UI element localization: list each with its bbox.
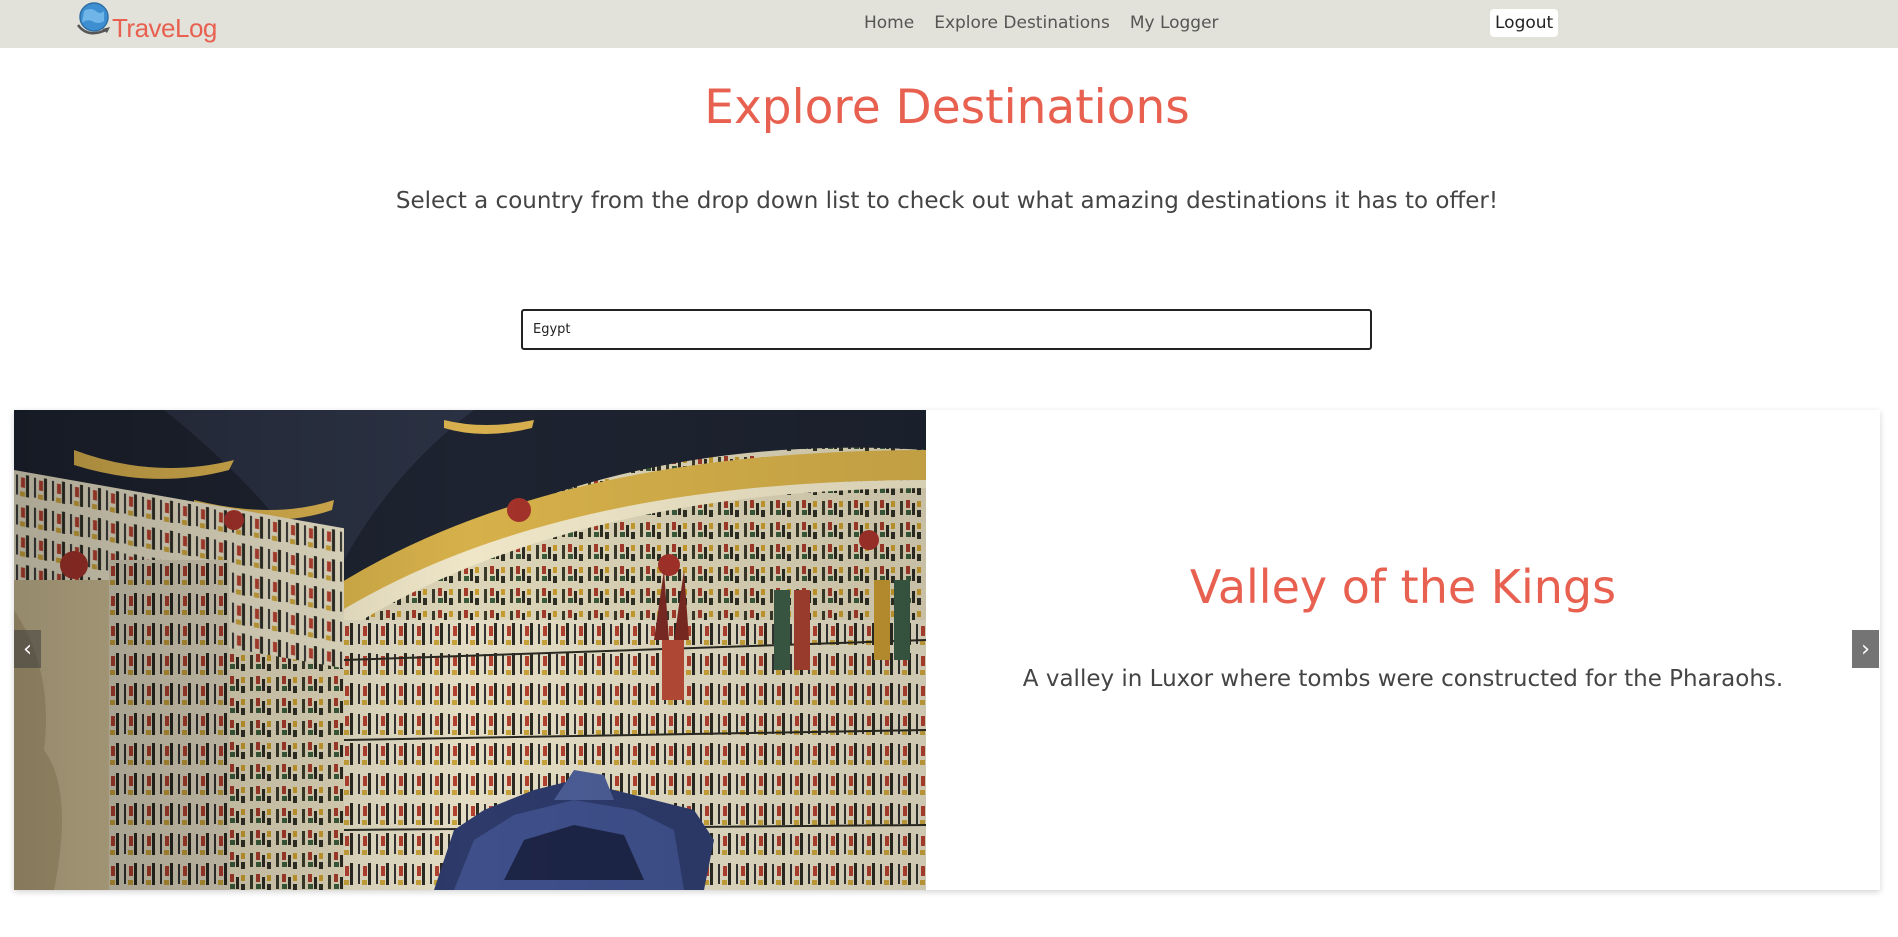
page-subtitle: Select a country from the drop down list…	[395, 188, 1499, 214]
navbar: TraveLog Home Explore Destinations My Lo…	[0, 0, 1898, 48]
chevron-right-icon: ›	[1861, 636, 1870, 662]
nav-links: Home Explore Destinations My Logger	[864, 0, 1219, 46]
globe-plane-icon	[74, 0, 116, 43]
nav-my-logger[interactable]: My Logger	[1130, 13, 1219, 33]
logo[interactable]: TraveLog	[74, 0, 217, 46]
tomb-hieroglyphs-photo	[14, 410, 926, 890]
destination-description: A valley in Luxor where tombs were const…	[1022, 666, 1784, 692]
chevron-left-icon: ‹	[23, 636, 32, 662]
destination-card: Valley of the Kings A valley in Luxor wh…	[14, 410, 1880, 890]
destination-details: Valley of the Kings A valley in Luxor wh…	[926, 410, 1880, 890]
country-select-input[interactable]	[521, 309, 1372, 350]
destination-image	[14, 410, 926, 890]
page-title: Explore Destinations	[704, 80, 1190, 135]
logout-button[interactable]: Logout	[1490, 9, 1559, 37]
destination-name: Valley of the Kings	[1189, 560, 1617, 614]
logo-text: TraveLog	[112, 12, 217, 43]
carousel-prev-button[interactable]: ‹	[14, 630, 41, 668]
nav-explore-destinations[interactable]: Explore Destinations	[934, 13, 1110, 33]
carousel-next-button[interactable]: ›	[1852, 630, 1879, 668]
nav-home[interactable]: Home	[864, 13, 914, 33]
